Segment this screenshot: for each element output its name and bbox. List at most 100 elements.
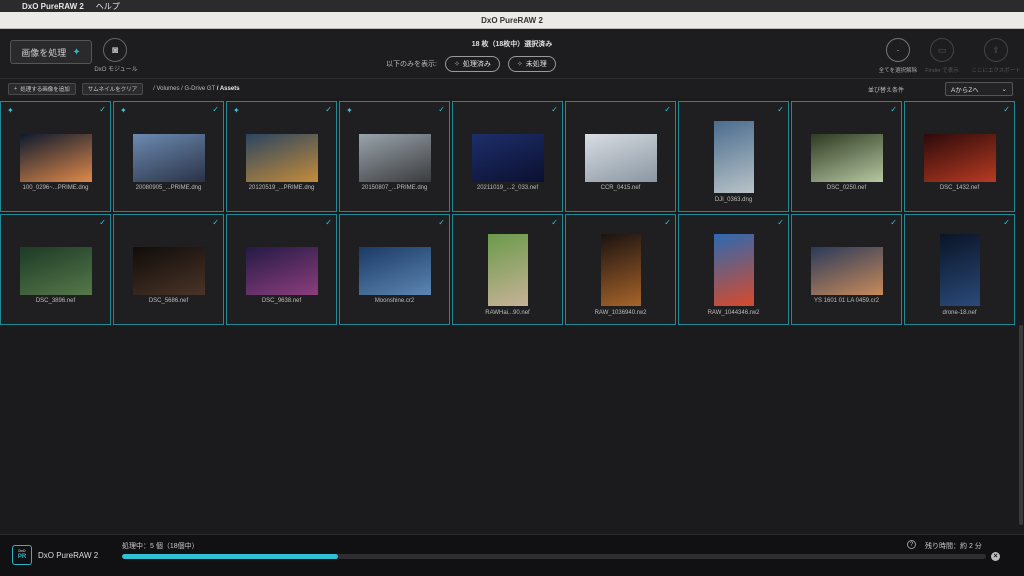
checkmark-icon[interactable]: ✓ — [664, 218, 671, 227]
file-name: 20211019_...2_033.nef — [476, 185, 539, 191]
thumbnail-tile[interactable]: ✓ DSC_1432.nef — [904, 101, 1015, 212]
plus-icon: + — [14, 86, 18, 92]
checkmark-icon[interactable]: ✓ — [438, 218, 445, 227]
show-in-finder-label: Finder で表示 — [925, 68, 959, 74]
thumbnail-tile[interactable]: ✓ RAW_1036940.rw2 — [565, 214, 676, 325]
checkmark-icon[interactable]: ✓ — [438, 105, 445, 114]
help-icon[interactable]: ? — [907, 540, 916, 549]
thumbnail-image — [358, 247, 431, 295]
thumbnail-tile[interactable]: ✓ DSC_0250.nef — [791, 101, 902, 212]
checkmark-icon[interactable]: ✓ — [551, 105, 558, 114]
export-icon: ⇪ — [984, 38, 1008, 62]
breadcrumb-volumes[interactable]: / Volumes — [153, 86, 179, 92]
checkmark-icon[interactable]: ✓ — [212, 105, 219, 114]
thumbnail-tile[interactable]: ✓ DSC_3896.nef — [0, 214, 111, 325]
thumbnail-tile[interactable]: ✓ YS 1601 01 LA 0459.cr2 — [791, 214, 902, 325]
processed-sparkle-icon: ✦ — [346, 106, 353, 115]
thumbnail-image — [713, 121, 754, 193]
status-bar: DxO PR DxO PureRAW 2 処理中：5 個（18個中） ? 残り時… — [0, 534, 1024, 576]
checkmark-icon[interactable]: ✓ — [1003, 218, 1010, 227]
processed-sparkle-icon: ✦ — [7, 106, 14, 115]
cancel-icon[interactable]: × — [991, 552, 1000, 561]
thumbnail-tile[interactable]: ✦ ✓ 100_0296~...PRIME.dng — [0, 101, 111, 212]
window-title: DxO PureRAW 2 — [0, 12, 1024, 29]
file-name: drone-18.nef — [942, 310, 977, 316]
checkmark-icon[interactable]: ✓ — [99, 105, 106, 114]
menu-app-name[interactable]: DxO PureRAW 2 — [22, 2, 84, 11]
file-name: DSC_5686.nef — [148, 298, 189, 304]
export-here-button[interactable]: ⇪ ここにエクスポート — [966, 38, 1024, 74]
checkmark-icon[interactable]: ✓ — [325, 105, 332, 114]
filter-row: 以下のみを表示: ✧ 処理済み ✧ 未処理 — [386, 56, 556, 72]
logo-mark-text: PR — [17, 553, 27, 560]
scrollbar-thumb[interactable] — [1019, 325, 1023, 525]
menu-bar: DxO PureRAW 2 ヘルプ — [0, 0, 1024, 12]
thumbnail-image — [19, 134, 92, 182]
breadcrumb: / Volumes / G-Drive GT / Assets — [153, 86, 239, 92]
checkmark-icon[interactable]: ✓ — [664, 105, 671, 114]
file-name: RAW_1044346.rw2 — [707, 310, 760, 316]
thumbnail-image — [132, 247, 205, 295]
file-name: RAWHai...90.nef — [485, 310, 530, 316]
toolbar: 画像を処理 ✦ ◙ DxO モジュール 18 枚（18枚中）選択済み 以下のみを… — [0, 29, 1024, 79]
thumbnail-tile[interactable]: ✓ DSC_5686.nef — [113, 214, 224, 325]
thumbnail-tile[interactable]: ✓ CCR_0415.nef — [565, 101, 676, 212]
progress-bar — [122, 554, 986, 559]
thumbnail-tile[interactable]: ✦ ✓ 20120519_...PRIME.dng — [226, 101, 337, 212]
file-name: CCR_0415.nef — [600, 185, 641, 191]
checkmark-icon[interactable]: ✓ — [890, 105, 897, 114]
export-here-label: ここにエクスポート — [971, 68, 1021, 74]
sort-select[interactable]: AからZへ ⌄ — [945, 82, 1013, 96]
filter-unprocessed-button[interactable]: ✧ 未処理 — [507, 56, 556, 72]
checkmark-icon[interactable]: ✓ — [890, 218, 897, 227]
thumbnail-image — [487, 234, 528, 306]
filter-unprocessed-label: 未処理 — [525, 61, 547, 68]
thumbnail-tile[interactable]: ✓ DSC_9638.nef — [226, 214, 337, 325]
thumbnail-image — [923, 134, 996, 182]
thumbnail-tile[interactable]: ✓ Moonshine.cr2 — [339, 214, 450, 325]
breadcrumb-assets: / Assets — [216, 86, 240, 92]
filter-label: 以下のみを表示: — [386, 61, 437, 68]
show-in-finder-button[interactable]: ▭ Finder で表示 — [912, 38, 972, 74]
menu-help[interactable]: ヘルプ — [96, 1, 120, 12]
status-app-name: DxO PureRAW 2 — [38, 551, 99, 560]
filter-processed-button[interactable]: ✧ 処理済み — [444, 56, 500, 72]
thumbnail-tile[interactable]: ✓ RAWHai...90.nef — [452, 214, 563, 325]
thumbnail-tile[interactable]: ✓ 20211019_...2_033.nef — [452, 101, 563, 212]
add-images-button[interactable]: + 処理する画像を追加 — [8, 83, 76, 95]
checkmark-icon[interactable]: ✓ — [1003, 105, 1010, 114]
thumbnail-image — [132, 134, 205, 182]
file-name: 20120519_...PRIME.dng — [248, 185, 315, 191]
thumbnail-tile[interactable]: ✓ drone-18.nef — [904, 214, 1015, 325]
thumbnail-image — [810, 247, 883, 295]
breadcrumb-drive[interactable]: / G-Drive GT — [181, 86, 215, 92]
sub-toolbar: + 処理する画像を追加 サムネイルをクリア / Volumes / G-Driv… — [0, 80, 1024, 98]
file-name: Moonshine.cr2 — [374, 298, 415, 304]
file-name: 20150807_...PRIME.dng — [361, 185, 428, 191]
folder-icon: ▭ — [930, 38, 954, 62]
checkmark-icon[interactable]: ✓ — [551, 218, 558, 227]
checkmark-icon[interactable]: ✓ — [777, 105, 784, 114]
file-name: 20080905_...PRIME.dng — [135, 185, 202, 191]
thumbnail-image — [471, 134, 544, 182]
checkmark-icon[interactable]: ✓ — [99, 218, 106, 227]
thumbnail-tile[interactable]: ✓ RAW_1044346.rw2 — [678, 214, 789, 325]
processing-text: 処理中：5 個（18個中） — [122, 543, 199, 550]
deselect-icon: · — [886, 38, 910, 62]
sort-label: 並び替え条件 — [868, 88, 905, 94]
checkmark-icon[interactable]: ✓ — [777, 218, 784, 227]
checkmark-icon[interactable]: ✓ — [325, 218, 332, 227]
thumbnail-image — [245, 247, 318, 295]
checkmark-icon[interactable]: ✓ — [212, 218, 219, 227]
thumbnail-tile[interactable]: ✦ ✓ 20080905_...PRIME.dng — [113, 101, 224, 212]
sparkle-icon: ✧ — [453, 61, 460, 68]
file-name: DSC_3896.nef — [35, 298, 76, 304]
thumbnail-image — [939, 234, 980, 306]
file-name: DJI_0363.dng — [714, 197, 753, 203]
clear-thumbnails-label: サムネイルをクリア — [87, 87, 138, 93]
thumbnail-tile[interactable]: ✦ ✓ 20150807_...PRIME.dng — [339, 101, 450, 212]
thumbnail-tile[interactable]: ✓ DJI_0363.dng — [678, 101, 789, 212]
progress-fill — [122, 554, 338, 559]
remaining-time: 残り時間：約 2 分 — [925, 543, 982, 550]
clear-thumbnails-button[interactable]: サムネイルをクリア — [81, 83, 144, 95]
